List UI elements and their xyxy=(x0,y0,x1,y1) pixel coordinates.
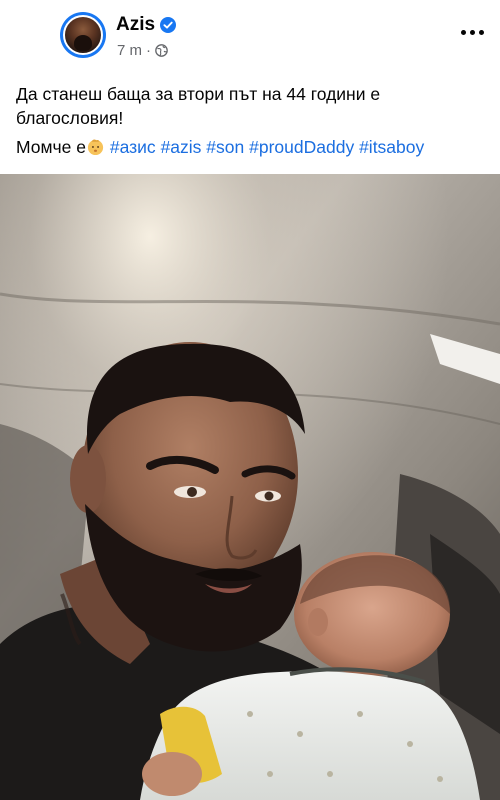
baby-emoji-icon xyxy=(87,139,104,156)
verified-badge-icon xyxy=(160,17,177,33)
hashtag-link[interactable]: #son xyxy=(206,137,244,157)
author-avatar[interactable] xyxy=(60,12,106,58)
facebook-post: Azis 7 m · Да станеш баща за втори път н… xyxy=(0,0,500,800)
avatar-photo xyxy=(63,15,103,55)
hashtag-link[interactable]: #azis xyxy=(161,137,202,157)
caption-text: Момче е xyxy=(16,137,86,157)
hashtag-link[interactable]: #itsaboy xyxy=(359,137,424,157)
photo-illustration xyxy=(0,174,500,800)
post-header: Azis 7 m · xyxy=(0,0,500,70)
caption-line-2: Момче е #азис #azis #son #proudDaddy #it… xyxy=(16,135,484,159)
hashtag-link[interactable]: #proudDaddy xyxy=(249,137,354,157)
post-time[interactable]: 7 m xyxy=(117,42,142,59)
post-caption: Да станеш баща за втори път на 44 години… xyxy=(16,82,484,159)
more-options-icon[interactable] xyxy=(461,30,484,35)
post-meta: 7 m · xyxy=(117,42,168,59)
hashtag-link[interactable]: #азис xyxy=(110,137,156,157)
meta-separator: · xyxy=(146,42,152,59)
author-name[interactable]: Azis xyxy=(116,14,155,36)
caption-line-1: Да станеш баща за втори път на 44 години… xyxy=(16,84,381,128)
author-name-row: Azis xyxy=(116,14,177,36)
post-photo[interactable] xyxy=(0,174,500,800)
globe-icon[interactable] xyxy=(155,44,168,57)
